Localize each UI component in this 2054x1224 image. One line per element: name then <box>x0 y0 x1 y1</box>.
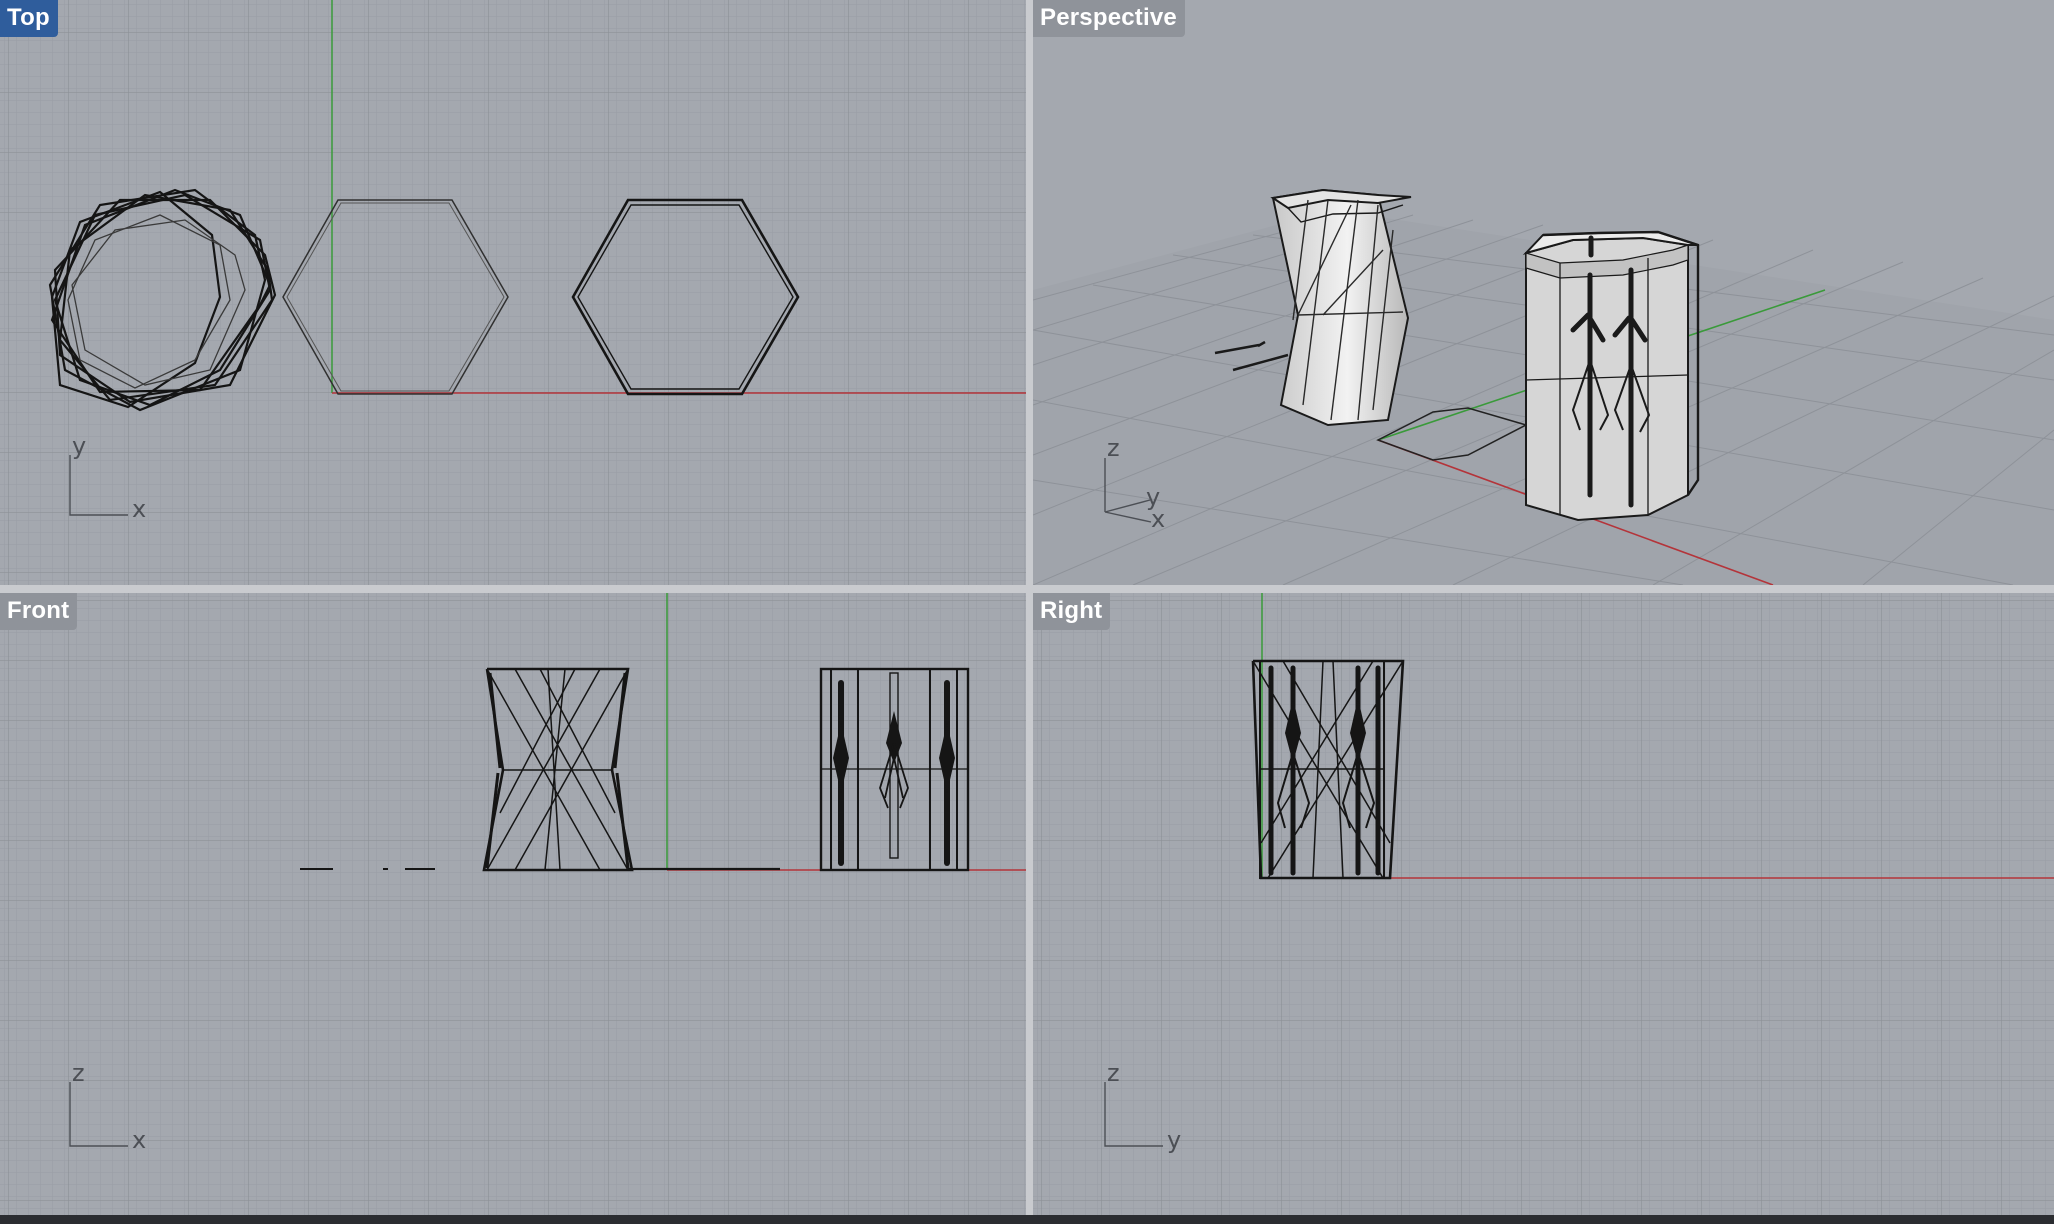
svg-text:x: x <box>1151 505 1165 533</box>
viewport-top-canvas[interactable]: y x <box>0 0 1026 585</box>
viewport-front[interactable]: z x Front <box>0 593 1026 1215</box>
viewport-perspective[interactable]: z y x Perspective <box>1033 0 2054 585</box>
svg-text:x: x <box>132 1126 146 1154</box>
viewport-front-canvas[interactable]: z x <box>0 593 1026 1215</box>
svg-text:x: x <box>132 495 146 523</box>
viewport-title-top[interactable]: Top <box>0 0 58 37</box>
viewport-title-right[interactable]: Right <box>1033 593 1111 630</box>
viewport-title-perspective[interactable]: Perspective <box>1033 0 1185 37</box>
viewport-right-canvas[interactable]: z y <box>1033 593 2054 1215</box>
viewport-right[interactable]: z y Right <box>1033 593 2054 1215</box>
viewport-title-front[interactable]: Front <box>0 593 78 630</box>
svg-text:z: z <box>72 1059 85 1087</box>
svg-text:z: z <box>1107 434 1120 462</box>
status-bar-edge <box>0 1215 2054 1224</box>
svg-text:z: z <box>1107 1059 1120 1087</box>
svg-text:y: y <box>1167 1126 1181 1154</box>
hexagon-vase-persp[interactable] <box>1522 230 1700 522</box>
viewport-perspective-canvas[interactable]: z y x <box>1033 0 2054 585</box>
svg-text:y: y <box>72 432 86 460</box>
viewport-top[interactable]: y x Top <box>0 0 1026 585</box>
